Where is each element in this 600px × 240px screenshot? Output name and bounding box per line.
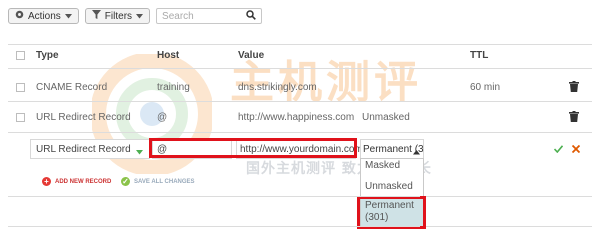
record-host: @ — [157, 112, 168, 123]
caret-down-icon — [136, 11, 144, 22]
add-new-record-label: ADD NEW RECORD — [55, 178, 112, 185]
highlight-box — [357, 196, 426, 229]
row-checkbox[interactable] — [16, 83, 25, 92]
save-all-changes-button[interactable]: ✓ SAVE ALL CHANGES — [121, 177, 195, 186]
divider — [8, 226, 420, 227]
search-box — [156, 8, 263, 24]
redirect-type-select[interactable]: Permanent (3 — [360, 139, 424, 159]
filter-icon — [91, 10, 101, 22]
filters-button-label: Filters — [104, 10, 133, 22]
filters-button[interactable]: Filters — [84, 8, 151, 24]
divider — [426, 196, 592, 197]
column-header-host: Host — [157, 50, 180, 61]
divider — [8, 68, 592, 69]
divider — [8, 101, 592, 102]
redirect-type: Unmasked — [362, 112, 410, 123]
caret-up-icon — [413, 147, 420, 158]
row-checkbox[interactable] — [16, 113, 25, 122]
record-type: URL Redirect Record — [36, 112, 131, 123]
column-header-ttl: TTL — [470, 50, 489, 61]
actions-button-label: Actions — [28, 10, 61, 22]
check-circle-icon: ✓ — [121, 177, 130, 186]
select-all-checkbox[interactable] — [16, 51, 25, 60]
actions-button[interactable]: Actions — [8, 8, 79, 24]
record-ttl: 60 min — [470, 82, 501, 93]
trash-icon[interactable] — [569, 111, 579, 122]
record-type-select[interactable]: URL Redirect Record — [30, 139, 150, 159]
divider — [8, 44, 592, 45]
toolbar: Actions Filters — [8, 8, 263, 24]
record-value: dns.strikingly.com — [238, 82, 317, 93]
record-host: training — [157, 82, 190, 93]
record-value: http://www.happiness.com — [238, 112, 355, 123]
divider — [426, 226, 592, 227]
settings-icon — [15, 10, 24, 22]
search-icon[interactable] — [246, 9, 256, 23]
dropdown-option[interactable]: Masked — [365, 160, 400, 171]
caret-down-icon — [64, 11, 72, 22]
caret-down-icon — [136, 147, 143, 158]
dropdown-option[interactable]: Unmasked — [365, 181, 413, 192]
check-icon[interactable] — [554, 145, 563, 153]
divider — [8, 196, 420, 197]
column-header-value: Value — [238, 50, 265, 61]
record-type-value: URL Redirect Record — [36, 144, 131, 155]
close-icon[interactable] — [572, 145, 580, 153]
highlight-box — [149, 138, 357, 158]
column-header-type: Type — [36, 50, 59, 61]
record-type: CNAME Record — [36, 82, 108, 93]
add-new-record-button[interactable]: + ADD NEW RECORD — [42, 177, 111, 186]
plus-icon: + — [42, 177, 51, 186]
divider — [8, 132, 592, 133]
save-all-changes-label: SAVE ALL CHANGES — [134, 178, 195, 185]
trash-icon[interactable] — [569, 81, 579, 92]
search-input[interactable] — [162, 10, 243, 22]
